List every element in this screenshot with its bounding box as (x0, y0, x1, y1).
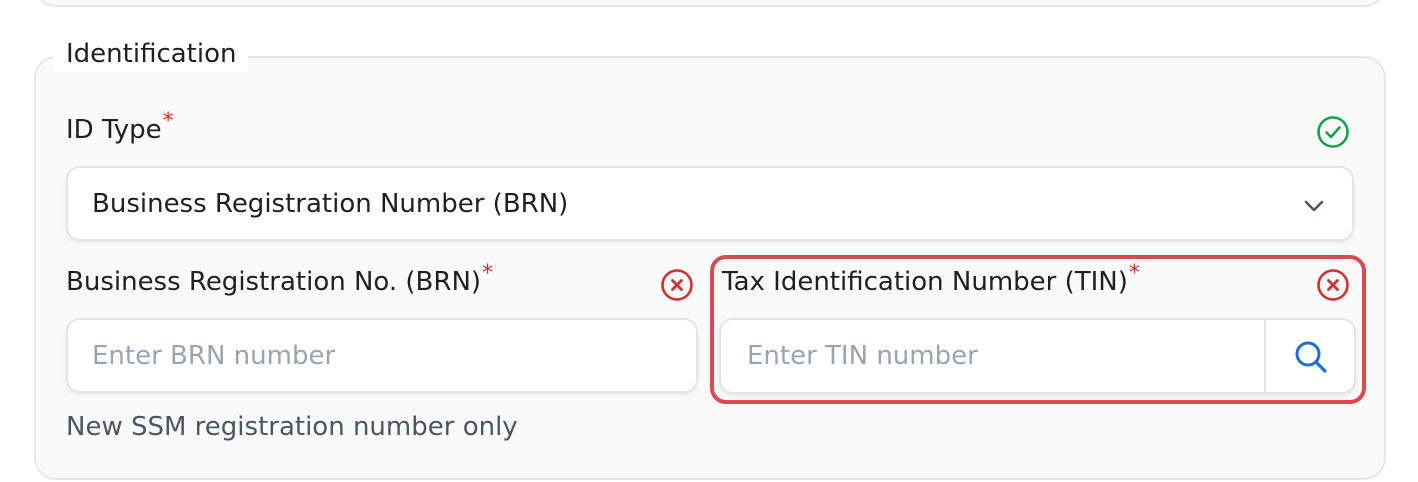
id-type-label-text: ID Type (66, 115, 162, 145)
check-circle-icon (1316, 115, 1350, 149)
tin-search-button[interactable] (1264, 320, 1354, 392)
tin-input-group (719, 318, 1356, 394)
required-asterisk: * (1128, 261, 1140, 286)
previous-section-card (34, 0, 1386, 7)
section-legend: Identification (54, 36, 249, 72)
brn-label: Business Registration No. (BRN)* (66, 261, 493, 298)
id-type-label: ID Type* (66, 109, 174, 146)
brn-hint-text: New SSM registration number only (66, 412, 518, 442)
tin-label-text: Tax Identification Number (TIN) (722, 267, 1128, 297)
tin-label: Tax Identification Number (TIN)* (722, 261, 1140, 298)
id-type-selected-value: Business Registration Number (BRN) (92, 189, 569, 219)
error-circle-icon (1316, 268, 1350, 302)
tin-input[interactable] (721, 320, 1265, 392)
error-circle-icon (660, 268, 694, 302)
brn-label-text: Business Registration No. (BRN) (66, 267, 482, 297)
chevron-down-icon (1302, 194, 1326, 218)
required-asterisk: * (482, 261, 494, 286)
search-icon (1295, 341, 1327, 373)
id-type-select[interactable]: Business Registration Number (BRN) (66, 166, 1354, 241)
required-asterisk: * (162, 109, 174, 134)
brn-input[interactable] (66, 318, 698, 393)
